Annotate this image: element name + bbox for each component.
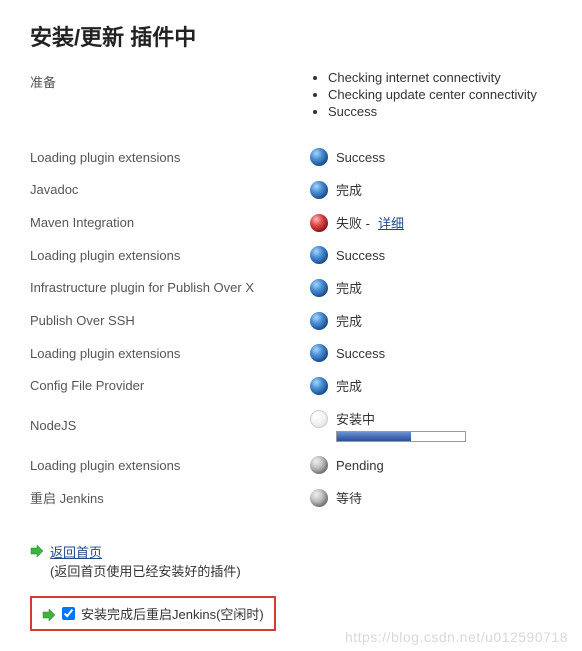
plugin-name: Javadoc (30, 182, 310, 197)
plugin-row: Javadoc 完成 (30, 173, 552, 206)
details-link[interactable]: 详细 (378, 213, 404, 232)
status-text: Pending (336, 458, 384, 473)
status-ball-icon (310, 181, 328, 199)
plugin-row: 重启 Jenkins 等待 (30, 481, 552, 514)
plugin-row: Loading plugin extensions Success (30, 141, 552, 173)
plugin-name: NodeJS (30, 418, 310, 433)
status-text: 等待 (336, 488, 362, 507)
plugin-name: Publish Over SSH (30, 313, 310, 328)
status-cell: 等待 (310, 488, 362, 507)
arrow-right-icon (42, 608, 56, 622)
preparation-list: Checking internet connectivity Checking … (310, 70, 537, 121)
back-row: 返回首页 (返回首页使用已经安装好的插件) (30, 542, 552, 580)
plugin-row: NodeJS 安装中 (30, 402, 552, 449)
status-text: 完成 (336, 376, 362, 395)
status-cell: 完成 (310, 376, 362, 395)
status-cell: 完成 (310, 311, 362, 330)
status-cell: 完成 (310, 278, 362, 297)
plugin-row: Maven Integration 失败 - 详细 (30, 206, 552, 239)
status-ball-icon (310, 279, 328, 297)
status-cell: Success (310, 246, 385, 264)
back-to-home-link[interactable]: 返回首页 (50, 545, 102, 560)
arrow-right-icon (30, 544, 44, 558)
status-text: Success (336, 248, 385, 263)
plugin-name: Loading plugin extensions (30, 248, 310, 263)
plugin-row: Loading plugin extensions Success (30, 337, 552, 369)
prep-item: Checking update center connectivity (328, 87, 537, 102)
status-text: 安装中 (336, 409, 375, 428)
plugin-name: Loading plugin extensions (30, 458, 310, 473)
preparation-row: 准备 Checking internet connectivity Checki… (30, 70, 552, 121)
status-ball-icon (310, 377, 328, 395)
prep-item: Success (328, 104, 537, 119)
plugin-name: Maven Integration (30, 215, 310, 230)
plugin-name: Config File Provider (30, 378, 310, 393)
restart-after-install-box: 安装完成后重启Jenkins(空闲时) (30, 596, 276, 631)
status-ball-icon (310, 489, 328, 507)
plugin-row: Infrastructure plugin for Publish Over X… (30, 271, 552, 304)
restart-label[interactable]: 安装完成后重启Jenkins(空闲时) (81, 604, 264, 623)
progress-bar (336, 431, 466, 442)
status-cell: 安装中 (310, 409, 466, 442)
status-text: Success (336, 346, 385, 361)
status-cell: Pending (310, 456, 384, 474)
plugin-row: Config File Provider 完成 (30, 369, 552, 402)
page-title: 安装/更新 插件中 (30, 20, 552, 52)
status-text: 完成 (336, 278, 362, 297)
plugin-name: Loading plugin extensions (30, 150, 310, 165)
plugin-row: Loading plugin extensions Success (30, 239, 552, 271)
watermark-text: https://blog.csdn.net/u012590718 (345, 629, 568, 645)
status-text: Success (336, 150, 385, 165)
plugin-row: Loading plugin extensions Pending (30, 449, 552, 481)
plugin-name: 重启 Jenkins (30, 488, 310, 507)
status-ball-icon (310, 456, 328, 474)
progress-fill (337, 432, 411, 441)
status-cell: Success (310, 148, 385, 166)
restart-checkbox[interactable] (62, 607, 75, 620)
status-ball-icon (310, 148, 328, 166)
status-ball-icon (310, 410, 328, 428)
status-cell: Success (310, 344, 385, 362)
plugin-row: Publish Over SSH 完成 (30, 304, 552, 337)
status-cell: 失败 - 详细 (310, 213, 404, 232)
status-ball-icon (310, 246, 328, 264)
status-ball-icon (310, 214, 328, 232)
status-cell: 完成 (310, 180, 362, 199)
status-ball-icon (310, 344, 328, 362)
preparation-label: 准备 (30, 70, 310, 121)
status-text: 完成 (336, 180, 362, 199)
back-note: (返回首页使用已经安装好的插件) (50, 564, 241, 579)
status-ball-icon (310, 312, 328, 330)
status-text: 完成 (336, 311, 362, 330)
plugin-name: Loading plugin extensions (30, 346, 310, 361)
prep-item: Checking internet connectivity (328, 70, 537, 85)
plugin-name: Infrastructure plugin for Publish Over X (30, 280, 310, 295)
status-text: 失败 - (336, 213, 370, 232)
